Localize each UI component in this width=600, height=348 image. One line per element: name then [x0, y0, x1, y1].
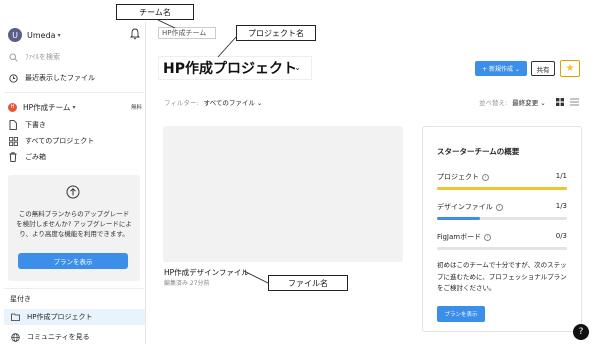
usage-row-figjam: FigJamボード i 0/3 [437, 232, 567, 242]
chevron-down-icon: ▾ [57, 31, 61, 39]
plan-badge: 無料 [130, 105, 142, 111]
page-title: HP作成プロジェクト [163, 61, 297, 77]
list-view-icon[interactable] [570, 98, 579, 106]
view-plans-button[interactable]: プランを表示 [437, 306, 485, 322]
usage-row-design-files: デザインファイル i 1/3 [437, 202, 567, 212]
sidebar-item-label: 最近表示したファイル [25, 74, 95, 82]
team-avatar: H [8, 102, 17, 112]
starred-section-title: 星付き [10, 295, 31, 303]
sidebar-item-trash[interactable]: ごみ箱 [8, 150, 138, 164]
chevron-down-icon: ▾ [72, 103, 76, 111]
divider [4, 92, 146, 93]
usage-row-projects: プロジェクト i 1/1 [437, 172, 567, 182]
sidebar-item-drafts[interactable]: 下書き [8, 118, 138, 132]
usage-bar-design-files [437, 217, 567, 220]
folder-icon [10, 312, 20, 322]
arrow-up-circle-icon [66, 185, 80, 199]
upgrade-card: この無料プランからのアップグレードを検討しませんか? アップグレードにより、より… [8, 175, 140, 281]
filter-dropdown[interactable]: フィルター: すべてのファイル ⌄ [164, 97, 262, 107]
grid-icon [8, 136, 18, 146]
info-icon[interactable]: i [495, 203, 503, 211]
help-button[interactable]: ? [573, 324, 589, 340]
usage-label: デザインファイル [437, 203, 493, 211]
project-title-dropdown[interactable]: HP作成プロジェクト ⌄ [158, 56, 312, 80]
file-name[interactable]: HP作成デザインファイル [164, 267, 249, 278]
community-label: コミュニティを見る [27, 333, 90, 341]
usage-label: プロジェクト [437, 173, 479, 181]
sort-dropdown[interactable]: 並べ替え: 最終変更 ⌄ [479, 97, 546, 107]
team-switcher[interactable]: H HP作成チーム ▾ 無料 [8, 99, 142, 115]
clock-icon [8, 73, 18, 83]
figma-screen: U Umeda ▾ ﾌｧｲﾙを検索 最近表示したファイル H HP作成チーム ▾ [0, 0, 600, 348]
search-input[interactable]: ﾌｧｲﾙを検索 [8, 49, 138, 65]
panel-title: スターターチームの概要 [437, 147, 520, 156]
usage-label: FigJamボード [437, 233, 482, 241]
share-button[interactable]: 共有 [531, 61, 555, 76]
search-icon [8, 52, 18, 62]
usage-bar-figjam [437, 247, 567, 250]
annotation-file-name: ファイル名 [268, 275, 348, 291]
annotation-project-name: プロジェクト名 [236, 25, 316, 41]
upgrade-message: この無料プランからのアップグレードを検討しませんか? アップグレードにより、より… [16, 210, 132, 238]
sidebar: U Umeda ▾ ﾌｧｲﾙを検索 最近表示したファイル H HP作成チーム ▾ [4, 22, 146, 344]
bell-icon[interactable] [130, 28, 140, 40]
usage-bar-fill [437, 217, 481, 220]
file-icon [8, 120, 18, 130]
usage-bar-fill [437, 187, 567, 190]
grid-view-icon[interactable] [556, 98, 564, 106]
filter-value: すべてのファイル ⌄ [203, 99, 263, 107]
search-placeholder: ﾌｧｲﾙを検索 [25, 53, 60, 61]
starred-item-project[interactable]: HP作成プロジェクト [4, 309, 145, 325]
file-thumbnail[interactable] [163, 126, 403, 262]
avatar: U [8, 28, 22, 42]
view-plans-button[interactable]: プランを表示 [18, 253, 128, 269]
divider [4, 288, 146, 289]
info-icon[interactable]: i [484, 233, 492, 241]
globe-icon [10, 332, 20, 342]
team-name: HP作成チーム [23, 102, 71, 112]
annotation-team-name: チーム名 [116, 4, 194, 20]
starter-team-panel: スターターチームの概要 プロジェクト i 1/1 デザインファイル i 1/3 Fi… [422, 126, 582, 332]
sidebar-item-label: 下書き [25, 121, 46, 129]
usage-count: 1/3 [555, 202, 567, 210]
star-icon: ★ [565, 63, 575, 74]
sort-value: 最終変更 ⌄ [512, 99, 546, 107]
star-button[interactable]: ★ [560, 60, 580, 77]
starred-item-label: HP作成プロジェクト [27, 313, 93, 321]
community-link[interactable]: コミュニティを見る [10, 330, 90, 344]
sidebar-item-label: すべてのプロジェクト [25, 137, 95, 145]
panel-description: 初めはこのチームで十分ですが、次のステップに進むために、プロフェッショナルプラン… [437, 261, 567, 292]
user-name: Umeda [27, 30, 56, 40]
sidebar-item-recent[interactable]: 最近表示したファイル [8, 70, 138, 86]
usage-count: 0/3 [555, 232, 567, 240]
info-icon[interactable]: i [482, 173, 489, 181]
chevron-down-icon: ⌄ [294, 63, 301, 72]
breadcrumb[interactable]: HP作成チーム [158, 27, 216, 39]
sidebar-item-label: ごみ箱 [25, 153, 46, 161]
file-edited-time: 編集済み 27分前 [164, 280, 210, 287]
filter-label: フィルター: [164, 99, 199, 107]
sidebar-item-all-projects[interactable]: すべてのプロジェクト [8, 134, 138, 148]
user-menu[interactable]: U Umeda ▾ [8, 26, 140, 44]
sort-label: 並べ替え: [479, 99, 508, 107]
new-file-button[interactable]: + 新規作成 ⌄ [475, 61, 527, 76]
trash-icon [8, 152, 18, 162]
usage-count: 1/1 [555, 172, 567, 180]
usage-bar-projects [437, 187, 567, 190]
